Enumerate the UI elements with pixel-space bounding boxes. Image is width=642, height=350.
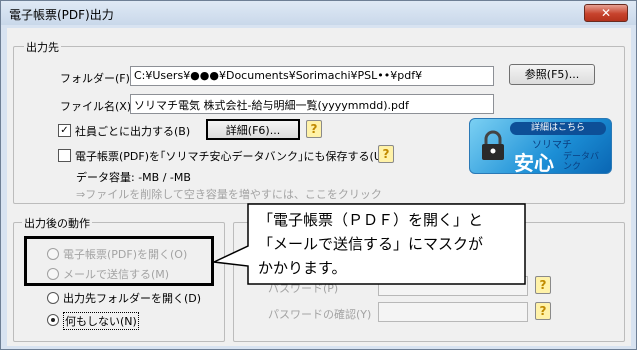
title-bar[interactable]: 電子帳票(PDF)出力 ✕ [1,1,636,25]
send-mail-radio[interactable] [47,268,59,280]
password-confirm-label: パスワードの確認(Y) [268,308,372,321]
filename-field[interactable]: ソリマチ電気 株式会社-給与明細一覧(yyyymmdd).pdf [130,94,494,114]
send-mail-label[interactable]: メールで送信する(M) [63,266,169,282]
window-title: 電子帳票(PDF)出力 [9,8,114,22]
banner-header-text: 詳細はこちら [530,123,585,133]
help-icon[interactable]: ? [378,145,394,163]
callout-line-3: かかります。 [258,259,347,277]
filename-label: ファイル名(X) [60,100,132,113]
do-nothing-label[interactable]: 何もしない(N) [63,312,139,330]
open-pdf-radio[interactable] [47,248,59,260]
open-folder-label[interactable]: 出力先フォルダーを開く(D) [63,290,201,306]
save-bank-label[interactable]: 電子帳票(PDF)を｢ソリマチ安心データバンク｣にも保存する(U) [75,148,386,164]
do-nothing-radio[interactable] [47,314,59,326]
open-pdf-label[interactable]: 電子帳票(PDF)を開く(O) [63,246,187,262]
banner-main: 安心 [514,151,554,175]
folder-label: フォルダー(F) [60,72,130,85]
per-employee-checkbox[interactable]: ✓ [58,124,71,137]
lock-icon [478,129,508,163]
per-employee-label[interactable]: 社員ごとに出力する(B) [75,123,190,139]
close-icon: ✕ [600,6,612,20]
browse-button[interactable]: 参照(F5)... [509,64,595,85]
after-output-group-label: 出力後の動作 [22,215,92,231]
callout-line-1: 「電子帳票（ＰＤＦ）を開く」と [258,211,484,229]
help-icon[interactable]: ? [535,302,551,320]
callout-line-2: 「メールで送信する」にマスクが [258,235,484,253]
banner-side: データバンク [563,152,600,172]
detail-button[interactable]: 詳細(F6)... [206,119,300,140]
folder-field[interactable]: C:¥Users¥●●●¥Documents¥Sorimachi¥PSL••¥p… [130,66,494,86]
help-icon[interactable]: ? [306,120,322,138]
banner-header: 詳細はこちら [510,122,606,135]
password-confirm-field[interactable] [378,302,528,322]
close-button[interactable]: ✕ [584,4,628,22]
save-bank-checkbox[interactable] [58,149,71,162]
data-bank-banner[interactable]: 詳細はこちら ソリマチ 安心 データバンク [469,118,612,175]
open-folder-radio[interactable] [47,292,59,304]
output-destination-group-label: 出力先 [24,39,61,55]
callout-text: 「電子帳票（ＰＤＦ）を開く」と 「メールで送信する」にマスクが かかります。 [258,208,528,280]
data-capacity-text: データ容量: -MB / -MB [76,171,191,184]
